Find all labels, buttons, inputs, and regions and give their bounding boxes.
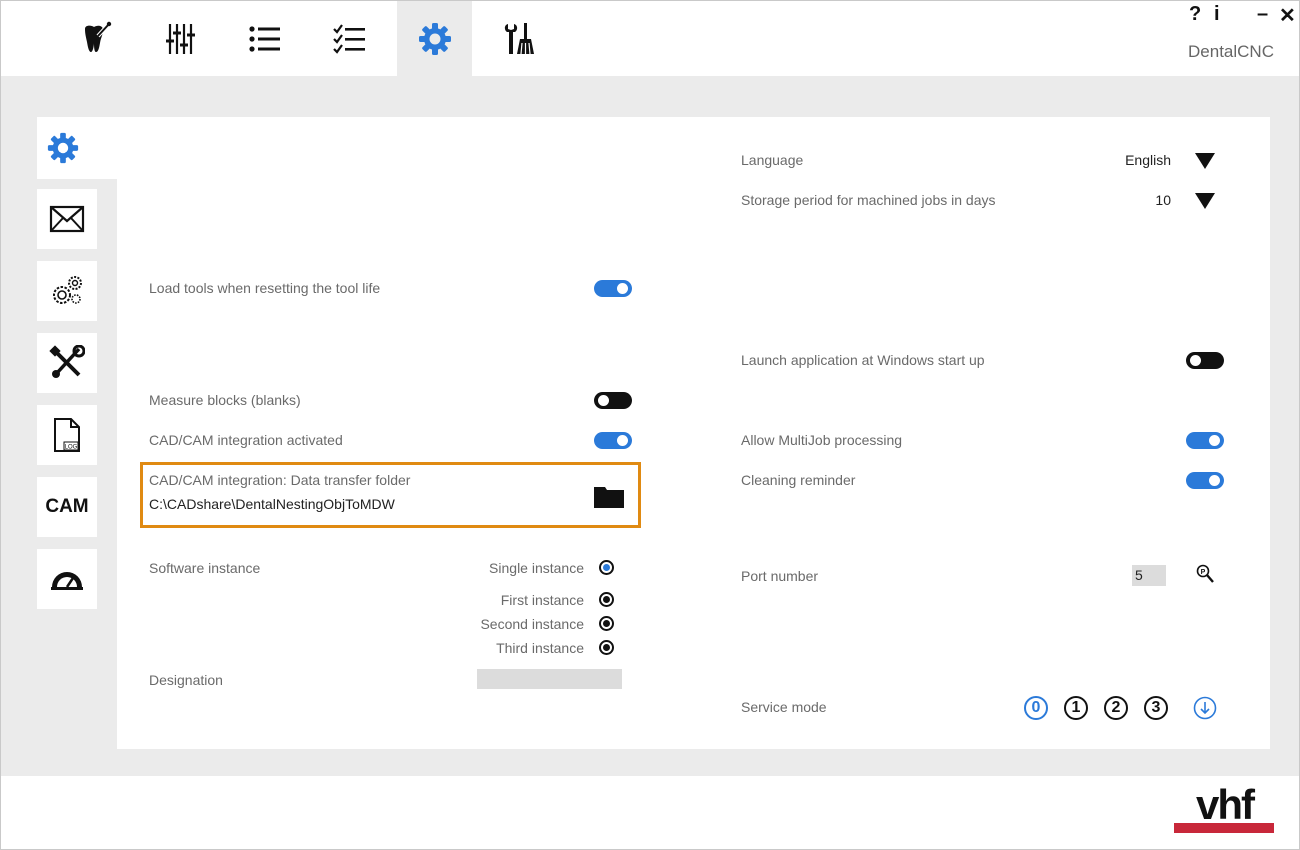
sidebar-item-cam[interactable]: CAM [37, 477, 97, 537]
cleaning-reminder-toggle[interactable] [1186, 472, 1224, 489]
sliders-icon [165, 23, 195, 54]
language-value[interactable]: English [1125, 152, 1171, 168]
list-icon [248, 25, 280, 52]
load-tools-toggle[interactable] [594, 280, 632, 297]
log-file-icon: LOG [54, 418, 80, 452]
storage-period-label: Storage period for machined jobs in days [741, 192, 996, 208]
service-mode-0[interactable]: 0 [1024, 696, 1048, 720]
app-window: ? i – ✕ DentalCNC LOG CAM Load tools whe… [0, 0, 1300, 850]
wrench-screwdriver-icon [49, 345, 85, 378]
tab-maintenance[interactable] [482, 1, 557, 76]
multijob-label: Allow MultiJob processing [741, 432, 903, 448]
measure-blocks-toggle[interactable] [594, 392, 632, 409]
tab-sliders[interactable] [142, 1, 217, 76]
cadcam-active-toggle[interactable] [594, 432, 632, 449]
instance-radio-first[interactable] [599, 592, 614, 607]
gauge-icon [51, 572, 83, 590]
logo-bar [1174, 823, 1274, 833]
sidebar-item-tools[interactable] [37, 333, 97, 393]
sidebar-item-general[interactable] [37, 117, 117, 179]
cadcam-active-label: CAD/CAM integration activated [149, 432, 343, 448]
instance-option-second: Second instance [480, 616, 584, 632]
footer [1, 776, 1299, 849]
multijob-toggle[interactable] [1186, 432, 1224, 449]
transfer-folder-path: C:\CADshare\DentalNestingObjToMDW [149, 496, 395, 512]
tools-broom-icon [504, 22, 534, 54]
checklist-icon [332, 23, 365, 54]
gear-icon [47, 132, 79, 164]
language-label: Language [741, 152, 804, 168]
instance-option-third: Third instance [496, 640, 584, 656]
service-mode-2[interactable]: 2 [1104, 696, 1128, 720]
storage-period-value[interactable]: 10 [1155, 192, 1171, 208]
tab-tooth[interactable] [57, 1, 132, 76]
sidebar-item-email[interactable] [37, 189, 97, 249]
logo-text: vhf [1196, 781, 1255, 828]
instance-option-single: Single instance [489, 560, 584, 576]
top-toolbar: ? i – ✕ DentalCNC [1, 1, 1299, 76]
sidebar-item-calibration[interactable] [37, 549, 97, 609]
service-mode-1[interactable]: 1 [1064, 696, 1088, 720]
launch-startup-label: Launch application at Windows start up [741, 352, 985, 368]
folder-icon[interactable] [594, 485, 624, 508]
instance-radio-single[interactable] [599, 560, 614, 575]
service-mode-label: Service mode [741, 699, 827, 715]
tab-checklist[interactable] [312, 1, 387, 76]
transfer-folder-label: CAD/CAM integration: Data transfer folde… [149, 472, 411, 488]
vhf-logo: vhf [1174, 781, 1274, 835]
minimize-button[interactable]: – [1257, 3, 1268, 26]
svg-text:P: P [1201, 569, 1206, 576]
cam-icon: CAM [45, 496, 89, 517]
port-number-label: Port number [741, 568, 819, 584]
gears-icon [53, 276, 82, 304]
cleaning-reminder-label: Cleaning reminder [741, 472, 856, 488]
storage-period-dropdown-icon[interactable] [1195, 193, 1215, 209]
instance-option-first: First instance [500, 592, 584, 608]
close-button[interactable]: ✕ [1279, 3, 1296, 28]
software-instance-label: Software instance [149, 560, 261, 576]
instance-radio-second[interactable] [599, 616, 614, 631]
measure-blocks-label: Measure blocks (blanks) [149, 392, 301, 408]
envelope-icon [49, 205, 85, 233]
download-icon[interactable] [1193, 696, 1217, 720]
tooth-icon [84, 21, 111, 52]
info-button[interactable]: i [1214, 3, 1220, 26]
load-tools-label: Load tools when resetting the tool life [149, 280, 381, 296]
help-button[interactable]: ? [1189, 3, 1201, 26]
instance-radio-third[interactable] [599, 640, 614, 655]
app-title: DentalCNC [1188, 42, 1274, 61]
tab-list[interactable] [227, 1, 302, 76]
designation-input[interactable] [477, 669, 622, 689]
log-label: LOG [65, 445, 78, 451]
designation-label: Designation [149, 672, 223, 688]
sidebar-item-log[interactable]: LOG [37, 405, 97, 465]
language-dropdown-icon[interactable] [1195, 153, 1215, 169]
launch-startup-toggle[interactable] [1186, 352, 1224, 369]
tab-settings[interactable] [397, 1, 472, 76]
port-number-input[interactable]: 5 [1132, 565, 1166, 586]
port-search-icon[interactable]: P [1196, 564, 1214, 584]
sidebar-item-machine[interactable] [37, 261, 97, 321]
service-mode-3[interactable]: 3 [1144, 696, 1168, 720]
gear-icon [418, 22, 451, 55]
